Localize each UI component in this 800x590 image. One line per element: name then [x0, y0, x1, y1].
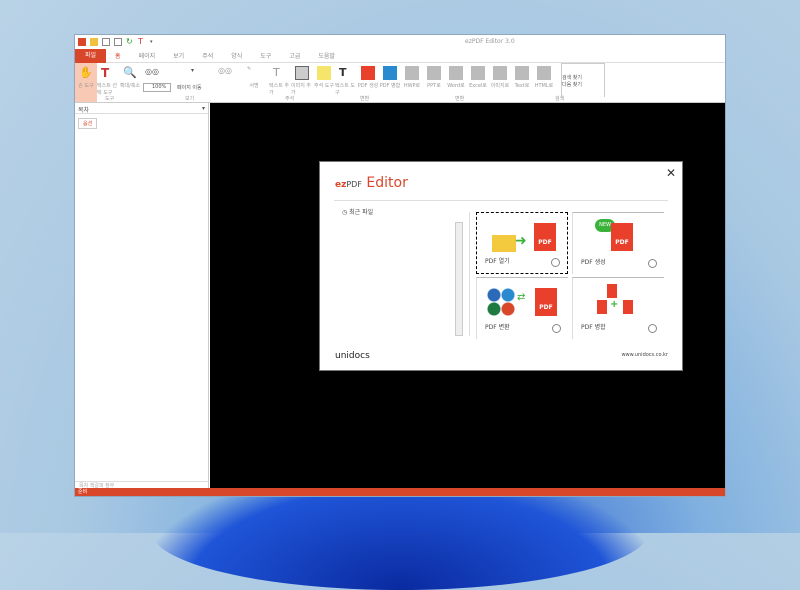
ribbon-tabs: 파일 홈 페이지 보기 주석 양식 도구 고급 도움말 — [75, 48, 725, 63]
merge-pdf-card[interactable]: + PDF 병합 — [572, 277, 664, 339]
office-icons — [487, 288, 515, 316]
prev-page-button[interactable]: ◎◎ — [211, 63, 239, 102]
open-icon[interactable] — [90, 38, 98, 46]
view-controls: ◎◎ ▾ 100% 페이지 이동 — [141, 63, 211, 102]
previous-icon[interactable]: ◎◎ — [145, 67, 159, 76]
chevron-down-icon[interactable]: ▾ — [150, 39, 153, 45]
tab-tools[interactable]: 도구 — [251, 51, 280, 60]
close-icon[interactable]: ✕ — [666, 166, 676, 180]
add-image-button[interactable]: 이미지 추가 — [291, 63, 313, 102]
convert-pdf-card[interactable]: ⇄ PDF PDF 변환 — [476, 277, 568, 339]
goto-page[interactable]: 페이지 이동 — [177, 84, 202, 91]
magnifier-icon: 🔍 — [123, 66, 137, 79]
hand-icon: ✋ — [79, 66, 93, 79]
tab-help[interactable]: 도움말 — [309, 51, 344, 60]
recent-scrollbar[interactable] — [455, 222, 463, 336]
pdf-icon — [597, 300, 607, 314]
convert-icon — [537, 66, 551, 80]
group-label: 주석 — [285, 96, 295, 102]
to-text-button[interactable]: Text로 — [511, 63, 533, 102]
to-excel-button[interactable]: Excel로 — [467, 63, 489, 102]
pdf-icon — [623, 300, 633, 314]
recent-files-label: ◷ 최근 파일 — [342, 209, 374, 216]
ezpdf-logo: ezPDF Editor — [335, 175, 408, 191]
group-label: 보기 — [185, 96, 195, 102]
help-icon[interactable] — [551, 258, 560, 267]
merge-icon — [383, 66, 397, 80]
to-ppt-button[interactable]: PPT로 — [423, 63, 445, 102]
panel-title: 목차 — [78, 107, 90, 114]
help-icon[interactable] — [648, 259, 657, 268]
tab-file[interactable]: 파일 — [75, 48, 107, 63]
left-panel: 목차 ▾ 옵션 목차 책갈피 첨부 — [75, 103, 209, 490]
plus-icon: + — [610, 299, 619, 310]
hand-tool-button[interactable]: ✋ 손 도구 — [75, 63, 97, 102]
tab-page[interactable]: 페이지 — [130, 51, 165, 60]
nav-icon: ◎◎ — [218, 66, 232, 75]
divider — [469, 212, 470, 336]
website-link[interactable]: www.unidocs.co.kr — [621, 352, 668, 358]
text-add-icon: T — [273, 66, 280, 79]
tab-form[interactable]: 양식 — [222, 51, 251, 60]
options-button[interactable]: 옵션 — [78, 118, 98, 129]
print-icon[interactable] — [114, 38, 122, 46]
to-image-button[interactable]: 이미지로 — [489, 63, 511, 102]
status-bar: 준비 — [75, 488, 725, 496]
pdf-icon: PDF — [611, 223, 633, 251]
help-icon[interactable] — [552, 324, 561, 333]
open-pdf-card[interactable]: ➜ PDF PDF 열기 — [476, 212, 568, 274]
text-icon[interactable]: T — [138, 38, 146, 46]
tab-view[interactable]: 보기 — [164, 51, 193, 60]
search-next[interactable]: 다음 찾기 — [562, 81, 604, 88]
annotation-button[interactable]: 주석 도구 — [313, 63, 335, 102]
tab-advanced[interactable]: 고급 — [280, 51, 309, 60]
tab-home[interactable]: 홈 — [106, 51, 130, 60]
group-label: 도구 — [105, 96, 115, 102]
convert-icon — [449, 66, 463, 80]
convert-icon — [427, 66, 441, 80]
folder-icon — [492, 235, 516, 252]
arrow-icon: ➜ — [515, 233, 527, 249]
save-icon[interactable] — [102, 38, 110, 46]
help-icon[interactable] — [648, 324, 657, 333]
refresh-icon[interactable]: ↻ — [126, 38, 134, 46]
search-find[interactable]: 검색 찾기 — [562, 74, 604, 81]
pen-icon: ✎ — [247, 66, 252, 72]
convert-icon — [515, 66, 529, 80]
convert-arrows-icon: ⇄ — [517, 292, 526, 303]
zoom-input[interactable]: 100% — [143, 83, 171, 92]
unidocs-logo: unidocs — [335, 351, 370, 361]
start-dialog: ✕ ezPDF Editor ◷ 최근 파일 ➜ PDF PDF 열기 NEW … — [319, 161, 683, 371]
zoom-button[interactable]: 🔍 확대/축소 — [119, 63, 141, 102]
dropdown-icon[interactable]: ▾ — [191, 67, 194, 74]
search-group: 검색 찾기 다음 찾기 — [561, 63, 605, 97]
pdf-icon: PDF — [534, 223, 556, 251]
divider — [334, 200, 668, 201]
convert-icon — [405, 66, 419, 80]
text-cursor-icon: T — [101, 66, 110, 80]
text-tool-button[interactable]: T 텍스트 도구 — [335, 63, 357, 102]
ribbon: ✋ 손 도구 T 텍스트 선택 도구 🔍 확대/축소 ◎◎ ▾ 100% 페이지 이동… — [75, 63, 725, 103]
sign-button[interactable]: ✎ 서명 — [239, 63, 269, 102]
group-label: 변환 — [360, 96, 370, 102]
note-icon — [317, 66, 331, 80]
app-icon — [78, 38, 86, 46]
pdf-merge-button[interactable]: PDF 병합 — [379, 63, 401, 102]
tab-annotation[interactable]: 주석 — [193, 51, 222, 60]
text-tool-icon: T — [339, 66, 347, 79]
group-label: 변환 — [455, 96, 465, 102]
to-html-button[interactable]: HTML로 — [533, 63, 555, 102]
convert-icon — [471, 66, 485, 80]
to-hwp-button[interactable]: HWP로 — [401, 63, 423, 102]
create-icon — [361, 66, 375, 80]
image-icon — [295, 66, 309, 80]
title-bar: ↻ T ▾ ezPDF Editor 3.0 — [75, 35, 725, 49]
panel-menu-icon[interactable]: ▾ — [202, 105, 205, 112]
group-label: 검색 — [555, 96, 565, 102]
pdf-icon — [607, 284, 617, 298]
convert-icon — [493, 66, 507, 80]
pdf-icon: PDF — [535, 288, 557, 316]
create-pdf-card[interactable]: NEW PDF PDF 생성 — [572, 212, 664, 274]
window-title: ezPDF Editor 3.0 — [465, 38, 515, 45]
